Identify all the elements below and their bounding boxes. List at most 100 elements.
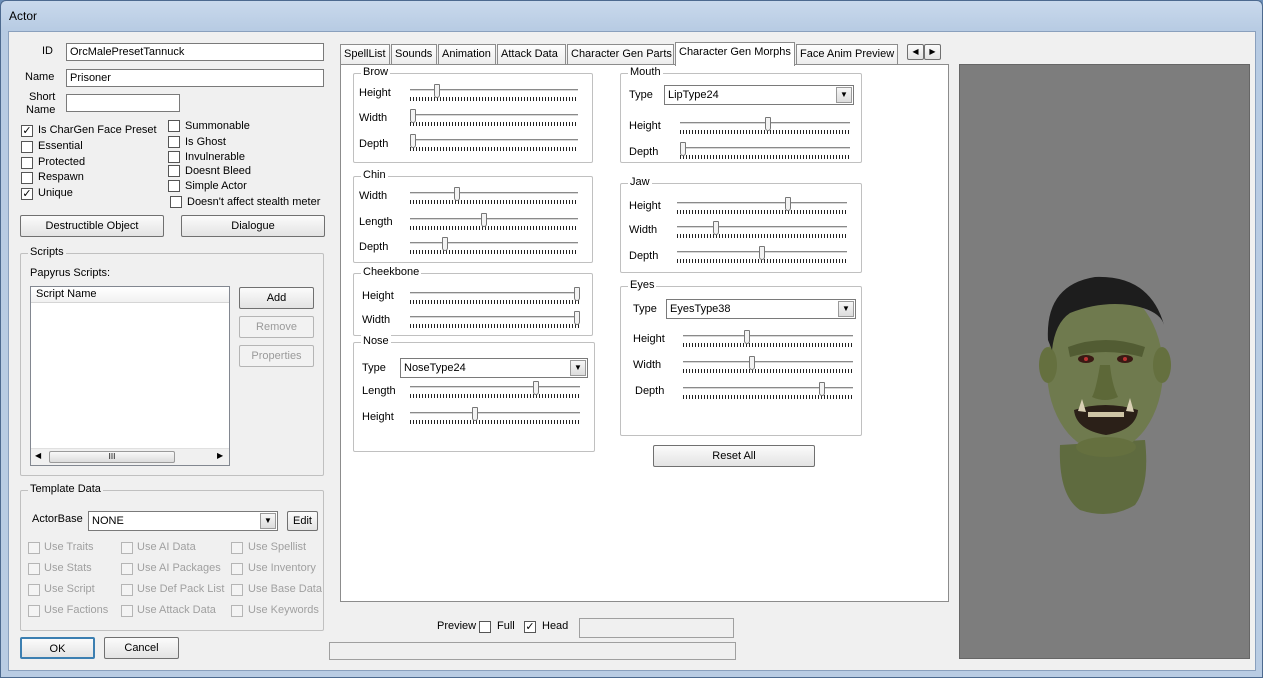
tab-scroll-right-icon[interactable]: ▶: [924, 44, 941, 60]
cheekbone-width-slider[interactable]: [410, 311, 580, 329]
script-name-column-header[interactable]: Script Name: [31, 287, 229, 303]
slider-thumb[interactable]: [765, 117, 771, 131]
destructible-object-button[interactable]: Destructible Object: [20, 215, 164, 237]
head-preview-viewport[interactable]: [959, 64, 1250, 659]
eyes-height-slider[interactable]: [683, 330, 853, 348]
use-factions-checkbox[interactable]: [28, 605, 40, 617]
nose-type-select[interactable]: NoseType24 ▼: [400, 358, 588, 378]
eyes-depth-slider[interactable]: [683, 382, 853, 400]
slider-thumb[interactable]: [744, 330, 750, 344]
slider-thumb[interactable]: [454, 187, 460, 201]
slider-thumb[interactable]: [574, 287, 580, 301]
summonable-checkbox[interactable]: [168, 120, 180, 132]
respawn-checkbox[interactable]: [21, 172, 33, 184]
mouth-type-select[interactable]: LipType24 ▼: [664, 85, 854, 105]
jaw-height-slider[interactable]: [677, 197, 847, 215]
brow-height-slider[interactable]: [410, 84, 578, 102]
slider-thumb[interactable]: [749, 356, 755, 370]
slider-thumb[interactable]: [434, 84, 440, 98]
preview-field[interactable]: [579, 618, 734, 638]
actorbase-select[interactable]: NONE ▼: [88, 511, 278, 531]
tab-character-gen-morphs[interactable]: Character Gen Morphs: [675, 42, 795, 66]
jaw-depth-slider[interactable]: [677, 246, 847, 264]
slider-thumb[interactable]: [574, 311, 580, 325]
use-spellist-checkbox[interactable]: [231, 542, 243, 554]
slider-thumb[interactable]: [713, 221, 719, 235]
chevron-down-icon[interactable]: ▼: [570, 360, 586, 376]
scroll-right-arrow-icon[interactable]: ▶: [217, 451, 223, 460]
mouth-depth-slider[interactable]: [680, 142, 850, 160]
tab-spelllist[interactable]: SpellList: [340, 44, 390, 65]
jaw-width-slider[interactable]: [677, 221, 847, 239]
simple-actor-checkbox[interactable]: [168, 180, 180, 192]
nose-length-slider[interactable]: [410, 381, 580, 399]
chargen-face-preset-checkbox[interactable]: ✓: [21, 125, 33, 137]
cheekbone-height-slider[interactable]: [410, 287, 580, 305]
is-ghost-checkbox[interactable]: [168, 136, 180, 148]
use-ai-packages-checkbox[interactable]: [121, 563, 133, 575]
reset-all-button[interactable]: Reset All: [653, 445, 815, 467]
use-def-pack-list-checkbox[interactable]: [121, 584, 133, 596]
stealth-meter-checkbox[interactable]: [170, 196, 182, 208]
invulnerable-checkbox[interactable]: [168, 151, 180, 163]
slider-thumb[interactable]: [442, 237, 448, 251]
head-checkbox[interactable]: ✓: [524, 621, 536, 633]
chevron-down-icon[interactable]: ▼: [836, 87, 852, 103]
slider-thumb[interactable]: [410, 109, 416, 123]
short-name-field[interactable]: [66, 94, 180, 112]
mouth-height-slider[interactable]: [680, 117, 850, 135]
script-list-hscrollbar[interactable]: ◀ III ▶: [31, 448, 229, 465]
slider-thumb[interactable]: [680, 142, 686, 156]
eyes-width-slider[interactable]: [683, 356, 853, 374]
tab-scroll-left-icon[interactable]: ◀: [907, 44, 924, 60]
use-script-checkbox[interactable]: [28, 584, 40, 596]
use-traits-checkbox[interactable]: [28, 542, 40, 554]
chevron-down-icon[interactable]: ▼: [838, 301, 854, 317]
title-bar[interactable]: Actor: [1, 1, 1262, 31]
slider-thumb[interactable]: [481, 213, 487, 227]
cancel-button[interactable]: Cancel: [104, 637, 179, 659]
scroll-thumb[interactable]: III: [49, 451, 175, 463]
edit-actorbase-button[interactable]: Edit: [287, 511, 318, 531]
properties-button[interactable]: Properties: [239, 345, 314, 367]
chin-width-slider[interactable]: [410, 187, 578, 205]
brow-depth-slider[interactable]: [410, 134, 578, 152]
use-keywords-checkbox[interactable]: [231, 605, 243, 617]
slider-thumb[interactable]: [759, 246, 765, 260]
dialogue-button[interactable]: Dialogue: [181, 215, 325, 237]
script-list[interactable]: Script Name ◀ III ▶: [30, 286, 230, 466]
chevron-down-icon[interactable]: ▼: [260, 513, 276, 529]
full-checkbox[interactable]: [479, 621, 491, 633]
dialog-client-area: ID OrcMalePresetTannuck Name Prisoner Sh…: [8, 31, 1256, 671]
ok-button[interactable]: OK: [20, 637, 95, 659]
protected-checkbox[interactable]: [21, 157, 33, 169]
slider-thumb[interactable]: [785, 197, 791, 211]
brow-width-slider[interactable]: [410, 109, 578, 127]
tab-character-gen-parts[interactable]: Character Gen Parts: [567, 44, 674, 65]
eyes-type-select[interactable]: EyesType38 ▼: [666, 299, 856, 319]
tab-attack-data[interactable]: Attack Data: [497, 44, 566, 65]
id-field[interactable]: OrcMalePresetTannuck: [66, 43, 324, 61]
scroll-left-arrow-icon[interactable]: ◀: [35, 451, 41, 460]
essential-checkbox[interactable]: [21, 141, 33, 153]
slider-thumb[interactable]: [472, 407, 478, 421]
add-script-button[interactable]: Add: [239, 287, 314, 309]
use-inventory-checkbox[interactable]: [231, 563, 243, 575]
use-base-data-checkbox[interactable]: [231, 584, 243, 596]
use-ai-data-checkbox[interactable]: [121, 542, 133, 554]
slider-thumb[interactable]: [410, 134, 416, 148]
tab-face-anim-preview[interactable]: Face Anim Preview: [796, 44, 898, 65]
chin-depth-slider[interactable]: [410, 237, 578, 255]
tab-animation[interactable]: Animation: [438, 44, 496, 65]
use-stats-checkbox[interactable]: [28, 563, 40, 575]
remove-script-button[interactable]: Remove: [239, 316, 314, 338]
unique-checkbox[interactable]: ✓: [21, 188, 33, 200]
chin-length-slider[interactable]: [410, 213, 578, 231]
name-field[interactable]: Prisoner: [66, 69, 324, 87]
doesnt-bleed-checkbox[interactable]: [168, 165, 180, 177]
nose-height-slider[interactable]: [410, 407, 580, 425]
slider-thumb[interactable]: [533, 381, 539, 395]
tab-sounds[interactable]: Sounds: [391, 44, 437, 65]
slider-thumb[interactable]: [819, 382, 825, 396]
use-attack-data-checkbox[interactable]: [121, 605, 133, 617]
